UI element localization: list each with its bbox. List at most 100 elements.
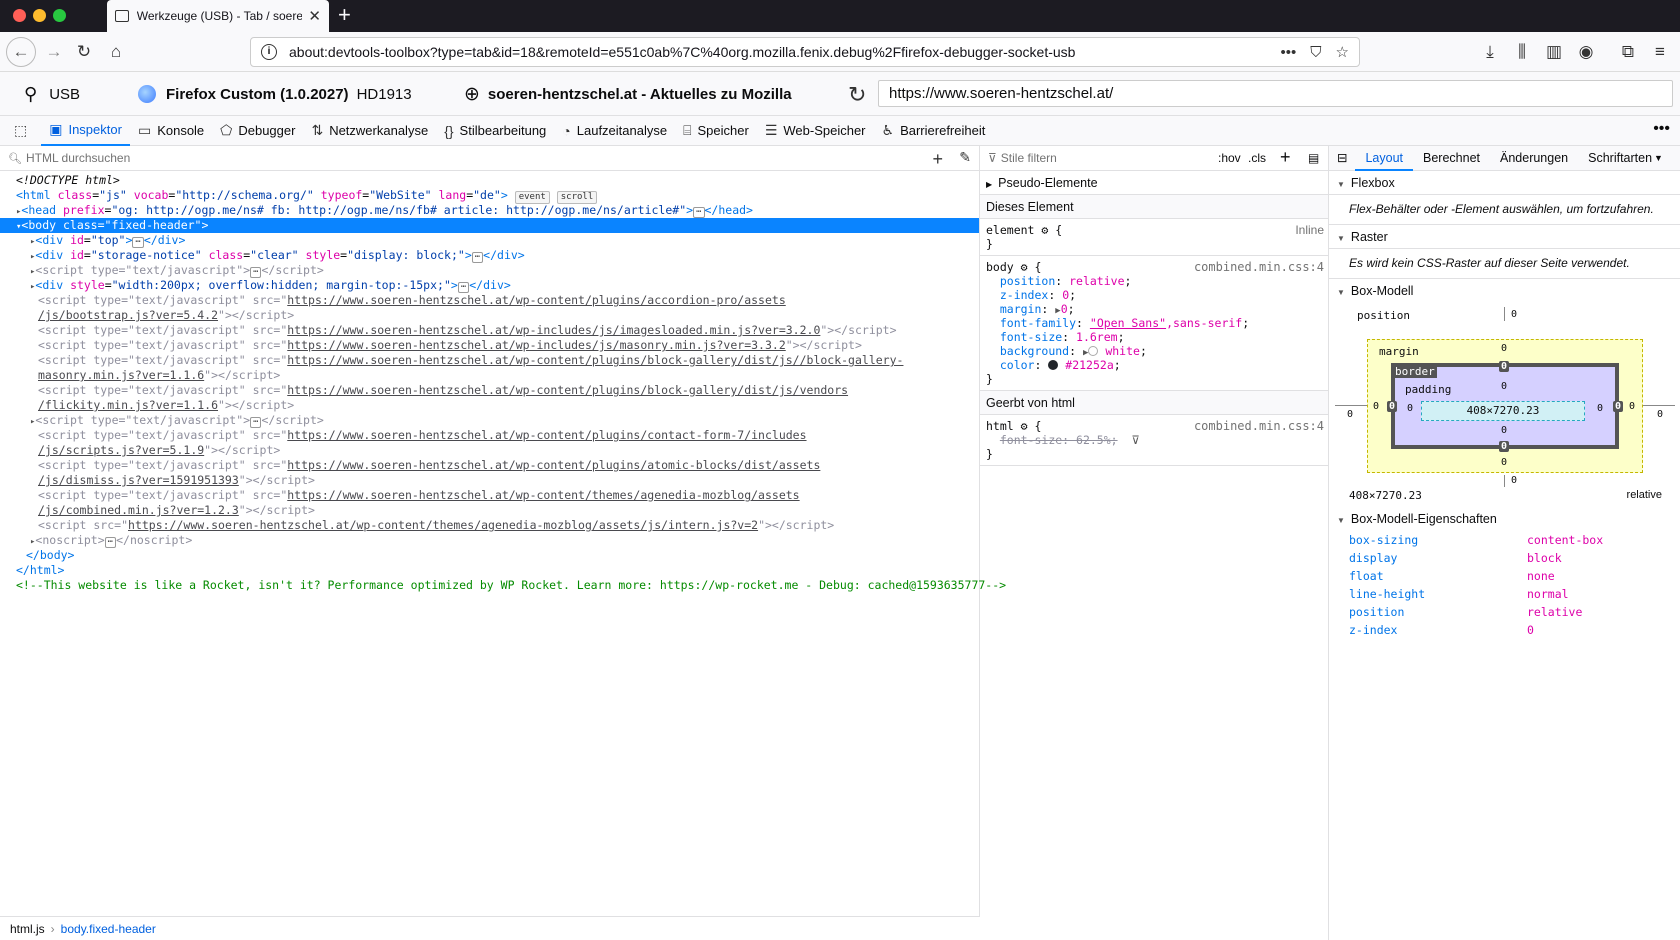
tree-comment-node[interactable]: <!--This website is like a Rocket, isn't… — [0, 578, 1006, 593]
tree-node[interactable]: masonry.min.js?ver=1.1.6"></script> — [0, 368, 979, 383]
color-swatch-white[interactable] — [1088, 346, 1099, 356]
boxmodel-props-toggle[interactable]: ▼ Box-Modell-Eigenschaften — [1329, 507, 1680, 531]
close-window-button[interactable] — [13, 9, 26, 22]
tab-konsole[interactable]: ▭ Konsole — [130, 116, 212, 146]
tree-node[interactable]: <!DOCTYPE html> — [0, 173, 979, 188]
tab-laufzeitanalyse[interactable]: ◔ Laufzeitanalyse — [554, 116, 675, 146]
padding-left-value[interactable]: 0 — [1407, 403, 1413, 414]
tree-node[interactable]: ▸<div id="storage-notice" class="clear" … — [0, 248, 979, 263]
breadcrumb-html[interactable]: html.js — [10, 922, 45, 936]
tree-node[interactable]: ▸<noscript> ⋯ </noscript> — [0, 533, 979, 548]
hov-toggle[interactable]: :hov — [1218, 151, 1241, 165]
border-left-value[interactable]: 0 — [1387, 401, 1398, 412]
border-right-value[interactable]: 0 — [1613, 401, 1624, 412]
tree-node[interactable]: ▸<script type="text/javascript"> ⋯ </scrip… — [0, 413, 979, 428]
tree-node[interactable]: <script type="text/javascript" src="http… — [0, 323, 979, 338]
extensions-icon[interactable]: ⧉ — [1614, 38, 1642, 66]
zoom-window-button[interactable] — [53, 9, 66, 22]
reload-button[interactable]: ↻ — [70, 38, 98, 66]
tree-node[interactable]: <script src="https://www.soeren-hentzsch… — [0, 518, 979, 533]
browser-tab[interactable]: Werkzeuge (USB) - Tab / soeren ✕ — [107, 0, 329, 32]
tab-stilbearbeitung[interactable]: {} Stilbearbeitung — [436, 116, 554, 146]
rules-filter-input[interactable]: ⊽ Stile filtern — [980, 146, 1328, 171]
border-bottom-value[interactable]: 0 — [1499, 441, 1510, 452]
margin-left-value[interactable]: 0 — [1373, 401, 1379, 412]
back-button[interactable]: ← — [6, 37, 36, 67]
tab-schriftarten[interactable]: Schriftarten — [1578, 146, 1662, 171]
tab-web-speicher[interactable]: ☰ Web-Speicher — [757, 116, 874, 146]
bookmark-star-icon[interactable]: ☆ — [1336, 43, 1349, 61]
tab-inspektor[interactable]: ▣ Inspektor — [41, 116, 130, 146]
add-rule-icon[interactable]: + — [1280, 147, 1291, 168]
home-button[interactable]: ⌂ — [102, 38, 130, 66]
minimize-window-button[interactable] — [33, 9, 46, 22]
site-info-icon[interactable]: i — [261, 44, 277, 60]
margin-top-value[interactable]: 0 — [1501, 343, 1507, 354]
sidebar-icon[interactable]: ▥ — [1540, 38, 1568, 66]
margin-bottom-value[interactable]: 0 — [1501, 457, 1507, 468]
tree-node[interactable]: </html> — [0, 563, 979, 578]
breadcrumb-body[interactable]: body.fixed-header — [61, 922, 156, 936]
tab-debugger[interactable]: ⬠ Debugger — [212, 116, 303, 146]
tree-node[interactable]: ▸<div style="width:200px; overflow:hidde… — [0, 278, 979, 293]
chevron-down-icon[interactable]: ▼ — [1654, 153, 1663, 163]
position-left-value[interactable]: 0 — [1347, 409, 1353, 420]
more-options-icon[interactable]: ••• — [1653, 120, 1670, 138]
page-actions-icon[interactable]: ••• — [1281, 44, 1297, 61]
forward-button[interactable]: → — [40, 38, 68, 66]
boxmodel-section-toggle[interactable]: ▼ Box-Modell — [1329, 279, 1680, 303]
tree-node[interactable]: </body> — [0, 548, 979, 563]
tab-speicher[interactable]: ⌸ Speicher — [675, 116, 757, 146]
tree-node[interactable]: <script type="text/javascript" src="http… — [0, 428, 979, 443]
tree-node[interactable]: <script type="text/javascript" src="http… — [0, 353, 979, 368]
tree-node[interactable]: <html class="js" vocab="http://schema.or… — [0, 188, 979, 204]
element-picker-button[interactable]: ⬚ — [6, 116, 41, 146]
padding-bottom-value[interactable]: 0 — [1501, 425, 1507, 436]
filter-icon[interactable]: ⊽ — [1131, 433, 1139, 447]
reload-page-icon[interactable]: ↻ — [848, 82, 866, 108]
eyedropper-icon[interactable]: ✎ — [959, 149, 971, 166]
gear-icon[interactable]: ⚙ — [1021, 260, 1028, 274]
gear-icon[interactable]: ⚙ — [1021, 419, 1028, 433]
tree-node[interactable]: ▸<head prefix="og: http://ogp.me/ns# fb:… — [0, 203, 979, 218]
downloads-icon[interactable]: ⤓ — [1476, 38, 1504, 66]
tree-node[interactable]: /flickity.min.js?ver=1.1.6"></script> — [0, 398, 979, 413]
tree-node-selected[interactable]: ▾<body class="fixed-header"> — [0, 218, 979, 233]
gear-icon[interactable]: ⚙ — [1041, 223, 1048, 237]
pocket-icon[interactable]: ⛉ — [1310, 44, 1321, 61]
tab-berechnet[interactable]: Berechnet — [1413, 146, 1490, 171]
tree-node[interactable]: /js/bootstrap.js?ver=5.4.2"></script> — [0, 308, 979, 323]
position-top-value[interactable]: 0 — [1511, 309, 1517, 320]
pseudo-elements-toggle[interactable]: ▶ Pseudo-Elemente — [980, 171, 1328, 195]
tree-node[interactable]: <script type="text/javascript" src="http… — [0, 458, 979, 473]
color-swatch-dark[interactable] — [1048, 360, 1059, 370]
position-right-value[interactable]: 0 — [1657, 409, 1663, 420]
toggle-pane-icon[interactable]: ⊟ — [1329, 146, 1355, 171]
border-top-value[interactable]: 0 — [1499, 361, 1510, 372]
tree-node[interactable]: <script type="text/javascript" src="http… — [0, 293, 979, 308]
url-bar[interactable]: i about:devtools-toolbox?type=tab&id=18&… — [250, 37, 1360, 67]
tab-aenderungen[interactable]: Änderungen — [1490, 146, 1578, 171]
tree-node[interactable]: /js/dismiss.js?ver=1591951393"></script> — [0, 473, 979, 488]
tab-netzwerkanalyse[interactable]: ⇅ Netzwerkanalyse — [303, 116, 436, 146]
new-tab-button[interactable]: + — [338, 3, 351, 27]
rule-source-link[interactable]: combined.min.css:4 — [1194, 419, 1324, 433]
add-node-icon[interactable]: + — [932, 149, 943, 170]
margin-right-value[interactable]: 0 — [1629, 401, 1635, 412]
tree-node[interactable]: /js/combined.min.js?ver=1.2.3"></script> — [0, 503, 979, 518]
page-url-field[interactable]: https://www.soeren-hentzschel.at/ — [878, 80, 1673, 107]
print-media-icon[interactable]: ▤ — [1308, 151, 1319, 165]
position-bottom-value[interactable]: 0 — [1511, 475, 1517, 486]
tree-node[interactable]: ▸<script type="text/javascript"> ⋯ </scrip… — [0, 263, 979, 278]
tree-node[interactable]: <script type="text/javascript" src="http… — [0, 338, 979, 353]
markup-search-input[interactable]: 🔍︎ HTML durchsuchen — [0, 146, 979, 171]
tab-layout[interactable]: Layout — [1355, 146, 1414, 171]
padding-top-value[interactable]: 0 — [1501, 381, 1507, 392]
padding-right-value[interactable]: 0 — [1597, 403, 1603, 414]
rule-source-link[interactable]: combined.min.css:4 — [1194, 260, 1324, 274]
library-icon[interactable]: ⫼ — [1508, 38, 1536, 66]
account-icon[interactable]: ◉ — [1572, 38, 1600, 66]
grid-section-toggle[interactable]: ▼ Raster — [1329, 225, 1680, 249]
content-box[interactable]: 408×7270.23 — [1421, 401, 1585, 421]
menu-icon[interactable]: ≡ — [1646, 38, 1674, 66]
